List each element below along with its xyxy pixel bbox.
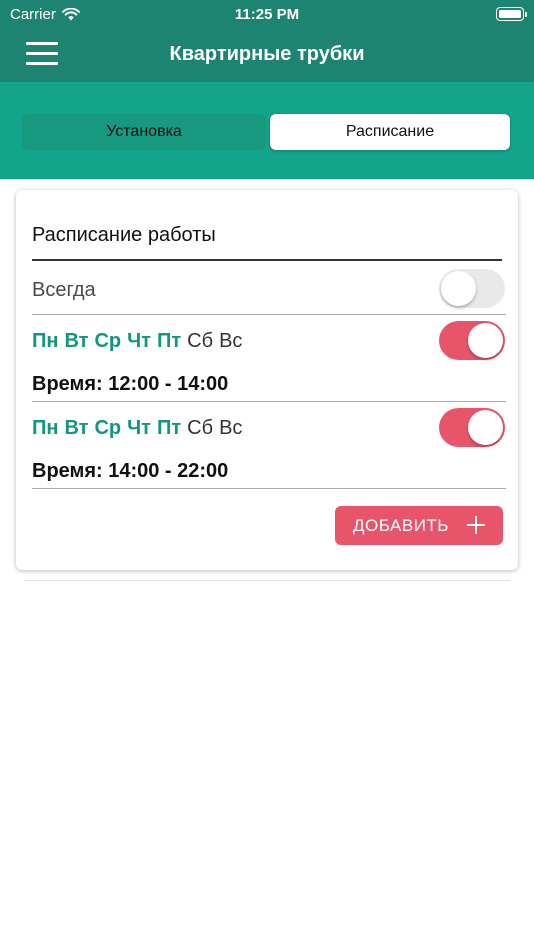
row-divider (32, 314, 506, 315)
day-fri: Пт (156, 330, 182, 352)
day-mon: Пн (32, 417, 59, 439)
day-wed: Ср (94, 417, 122, 439)
tab-install[interactable]: Установка (22, 114, 266, 150)
schedule-time-1[interactable]: Время: 12:00 - 14:00 (32, 373, 228, 396)
battery-full-icon (496, 7, 527, 21)
day-sat: Сб (187, 417, 214, 439)
day-fri: Пт (156, 417, 182, 439)
row-divider (32, 401, 506, 402)
day-tue: Вт (64, 417, 89, 439)
day-mon: Пн (32, 330, 59, 352)
day-sun: Вс (219, 330, 243, 352)
always-toggle[interactable] (439, 269, 505, 308)
always-label: Всегда (32, 279, 96, 301)
status-bar: Carrier 11:25 PM (0, 0, 534, 30)
day-sun: Вс (219, 417, 243, 439)
schedule-time-2[interactable]: Время: 14:00 - 22:00 (32, 460, 228, 483)
day-thu: Чт (127, 417, 151, 439)
schedule-toggle-2[interactable] (439, 408, 505, 447)
schedule-title: Расписание работы (32, 224, 216, 246)
day-sat: Сб (187, 330, 214, 352)
status-time: 11:25 PM (234, 6, 300, 23)
add-button-label: ДОБАВИТЬ (353, 515, 449, 535)
row-divider (32, 488, 506, 489)
page-title: Квартирные трубки (169, 43, 365, 65)
app-header: Carrier 11:25 PM Квартирные трубки (0, 0, 534, 82)
plus-icon (467, 516, 485, 534)
schedule-days-1[interactable]: Пн Вт Ср Чт Пт Сб Вс (32, 330, 248, 353)
tab-bar: Установка Расписание (0, 82, 534, 179)
day-tue: Вт (64, 330, 89, 352)
schedule-toggle-1[interactable] (439, 321, 505, 360)
card-bottom-divider (24, 580, 510, 581)
day-thu: Чт (127, 330, 151, 352)
title-divider (32, 259, 502, 261)
schedule-days-2[interactable]: Пн Вт Ср Чт Пт Сб Вс (32, 417, 248, 440)
add-schedule-button[interactable]: ДОБАВИТЬ (335, 506, 503, 545)
day-wed: Ср (94, 330, 122, 352)
tab-schedule[interactable]: Расписание (270, 114, 510, 150)
schedule-card: Расписание работы Всегда Пн Вт Ср Чт Пт Сб Вс … (16, 190, 518, 570)
